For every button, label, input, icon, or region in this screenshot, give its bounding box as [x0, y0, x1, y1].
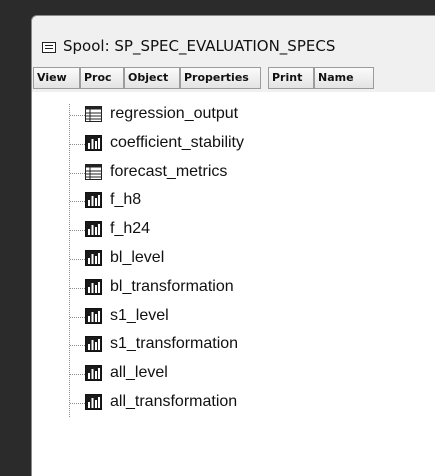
graph-icon — [85, 221, 102, 238]
tree-item-label: bl_transformation — [110, 277, 234, 295]
tree-item-label: f_h8 — [110, 191, 142, 209]
view-button[interactable]: View — [33, 67, 80, 89]
tree-item-label: bl_level — [110, 249, 165, 266]
tree-connector-line — [69, 104, 70, 417]
print-button[interactable]: Print — [268, 67, 314, 89]
tree-item-label: all_level — [110, 364, 168, 382]
object-button[interactable]: Object — [124, 67, 180, 89]
properties-button[interactable]: Properties — [180, 67, 261, 89]
graph-icon — [85, 278, 102, 295]
tree-item-label: all_transformation — [110, 393, 238, 410]
graph-icon — [85, 365, 102, 382]
tree-item-label: coefficient_stability — [110, 133, 244, 151]
spool-window: Spool: SP_SPEC_EVALUATION_SPECS View Pro… — [31, 15, 435, 476]
name-button[interactable]: Name — [314, 67, 374, 89]
graph-icon — [85, 134, 102, 151]
table-icon — [85, 106, 102, 122]
tree-item-label: regression_output — [110, 105, 239, 122]
spool-tree: regression_output coefficient_stabilityfo… — [32, 96, 435, 476]
tree-item-label: s1_level — [110, 306, 169, 324]
graph-icon — [85, 307, 102, 324]
graph-icon — [85, 336, 102, 353]
tree-item-label: s1_transformation — [110, 335, 239, 353]
toolbar: View Proc Object Properties Print Name — [32, 64, 435, 92]
graph-icon — [85, 192, 102, 209]
proc-button[interactable]: Proc — [80, 67, 124, 89]
tree-item-label: f_h24 — [110, 220, 151, 238]
tree-item-label: forecast_metrics — [110, 162, 228, 180]
table-icon — [85, 163, 102, 180]
graph-icon — [85, 394, 102, 410]
title-bar[interactable]: Spool: SP_SPEC_EVALUATION_SPECS — [32, 16, 435, 64]
graph-icon — [85, 250, 102, 266]
window-title: Spool: SP_SPEC_EVALUATION_SPECS — [63, 37, 336, 55]
spool-icon — [42, 42, 56, 53]
